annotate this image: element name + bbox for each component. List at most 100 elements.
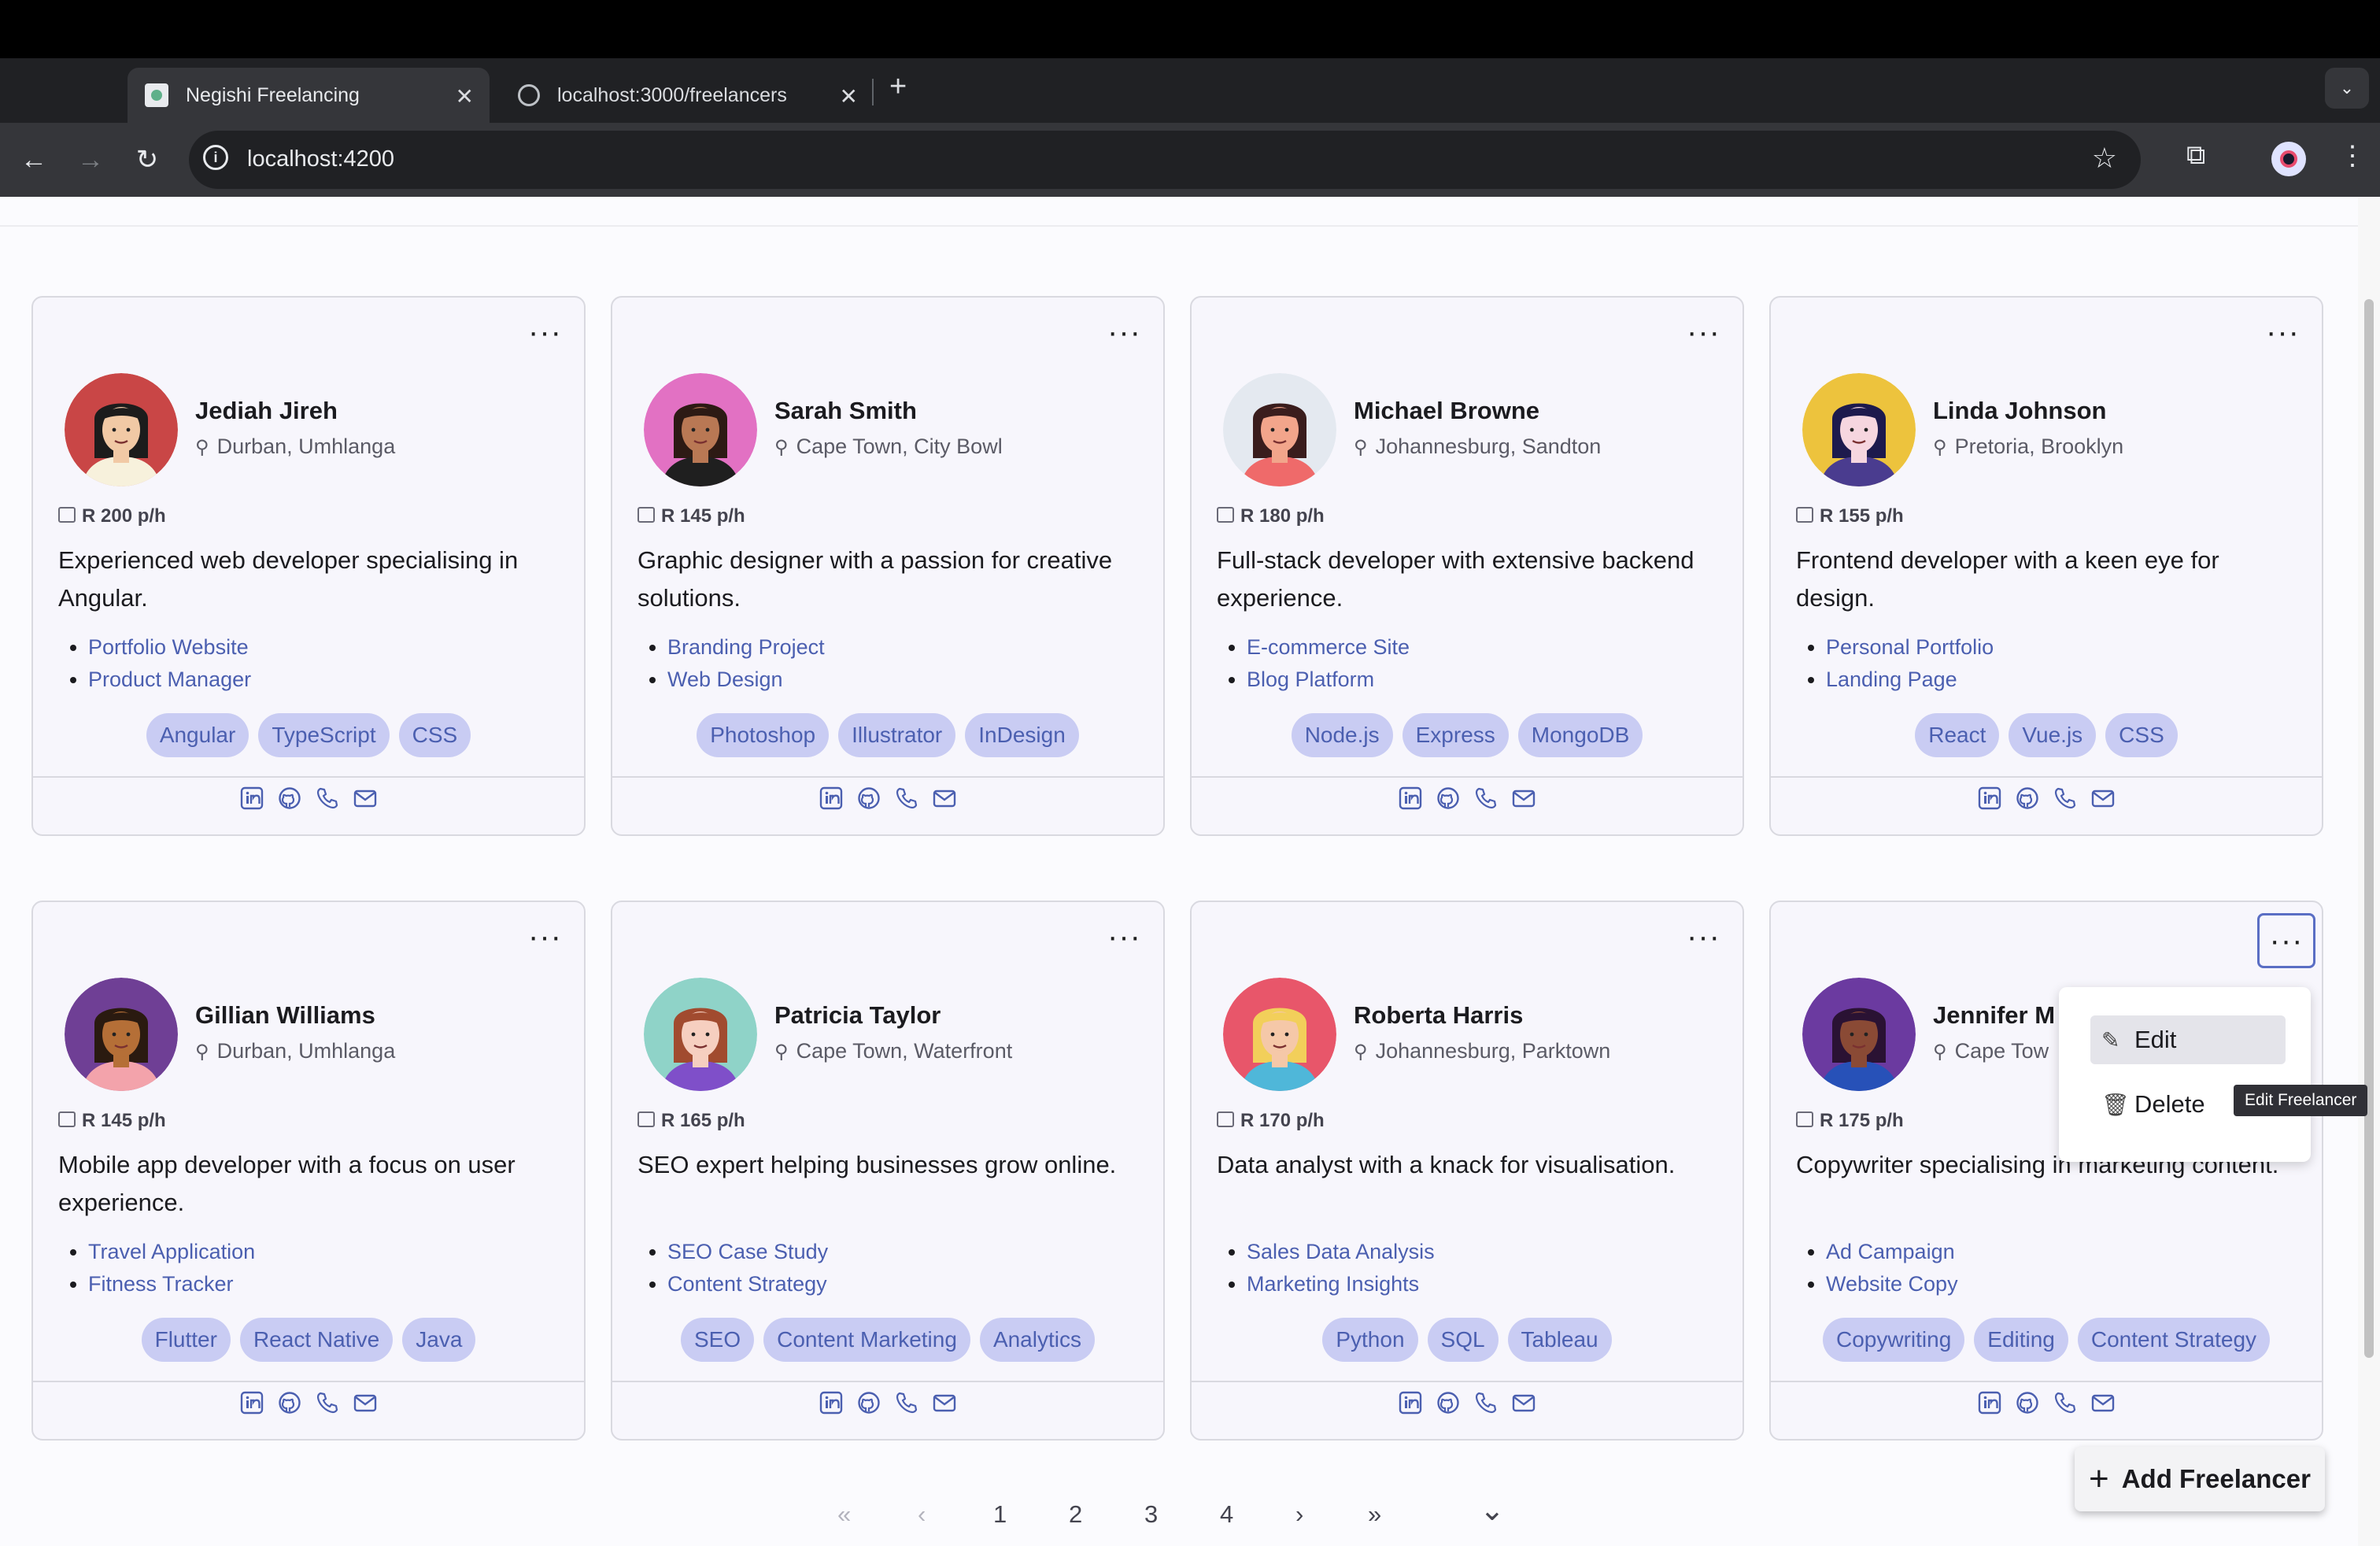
edit-menu-item[interactable]: ✎ Edit <box>2090 1015 2286 1064</box>
skill-chip[interactable]: React <box>1915 713 2000 757</box>
mail-icon[interactable] <box>930 1389 959 1417</box>
skill-chip[interactable]: CSS <box>2105 713 2178 757</box>
project-link[interactable]: Portfolio Website <box>88 635 249 659</box>
linkedin-icon[interactable] <box>1396 1389 1425 1417</box>
mail-icon[interactable] <box>930 784 959 812</box>
project-link[interactable]: SEO Case Study <box>667 1240 828 1263</box>
skill-chip[interactable]: React Native <box>239 1318 394 1362</box>
skill-chip[interactable]: Editing <box>1974 1318 2068 1362</box>
github-icon[interactable] <box>855 784 883 812</box>
skill-chip[interactable]: SEO <box>681 1318 755 1362</box>
more-options-button[interactable]: ··· <box>1107 316 1141 348</box>
mail-icon[interactable] <box>351 1389 379 1417</box>
skill-chip[interactable]: Copywriting <box>1822 1318 1965 1362</box>
more-options-button[interactable]: ··· <box>2266 316 2300 348</box>
linkedin-icon[interactable] <box>817 784 845 812</box>
phone-icon[interactable] <box>313 1389 342 1417</box>
phone-icon[interactable] <box>313 784 342 812</box>
project-link[interactable]: Fitness Tracker <box>88 1272 234 1296</box>
extensions-icon[interactable]: ⧉ <box>2186 140 2205 171</box>
page-3-button[interactable]: 3 <box>1144 1500 1158 1529</box>
back-icon[interactable]: ← <box>16 142 52 178</box>
browser-tab-active[interactable]: Negishi Freelancing ✕ <box>128 68 490 123</box>
kebab-menu-icon[interactable]: ⋮ <box>2339 140 2366 172</box>
skill-chip[interactable]: Content Marketing <box>763 1318 970 1362</box>
skill-chip[interactable]: Vue.js <box>2009 713 2097 757</box>
new-tab-button[interactable]: + <box>889 72 907 102</box>
skill-chip[interactable]: Content Strategy <box>2077 1318 2271 1362</box>
github-icon[interactable] <box>2013 1389 2042 1417</box>
project-link[interactable]: Content Strategy <box>667 1272 827 1296</box>
skill-chip[interactable]: Node.js <box>1291 713 1393 757</box>
mail-icon[interactable] <box>351 784 379 812</box>
skill-chip[interactable]: Python <box>1322 1318 1418 1362</box>
skill-chip[interactable]: Angular <box>146 713 249 757</box>
skill-chip[interactable]: Analytics <box>979 1318 1095 1362</box>
github-icon[interactable] <box>275 1389 304 1417</box>
project-link[interactable]: Marketing Insights <box>1247 1272 1419 1296</box>
mail-icon[interactable] <box>2089 784 2117 812</box>
forward-icon[interactable]: → <box>72 142 109 178</box>
phone-icon[interactable] <box>1472 784 1500 812</box>
address-bar[interactable]: i localhost:4200 ☆ <box>189 131 2141 189</box>
skill-chip[interactable]: Illustrator <box>838 713 956 757</box>
skill-chip[interactable]: Photoshop <box>697 713 830 757</box>
project-link[interactable]: E-commerce Site <box>1247 635 1410 659</box>
project-link[interactable]: Branding Project <box>667 635 825 659</box>
phone-icon[interactable] <box>2051 1389 2079 1417</box>
skill-chip[interactable]: CSS <box>398 713 471 757</box>
more-options-button[interactable]: ··· <box>1107 921 1141 952</box>
skill-chip[interactable]: Java <box>402 1318 476 1362</box>
more-options-button[interactable]: ··· <box>528 921 562 952</box>
scrollbar-thumb[interactable] <box>2364 299 2374 1358</box>
tab-search-button[interactable]: ⌄ <box>2325 68 2369 109</box>
skill-chip[interactable]: TypeScript <box>258 713 390 757</box>
linkedin-icon[interactable] <box>1396 784 1425 812</box>
browser-tab-inactive[interactable]: localhost:3000/freelancers ✕ <box>504 68 874 123</box>
linkedin-icon[interactable] <box>817 1389 845 1417</box>
more-options-button[interactable]: ··· <box>528 316 562 348</box>
github-icon[interactable] <box>1434 784 1462 812</box>
project-link[interactable]: Website Copy <box>1826 1272 1958 1296</box>
github-icon[interactable] <box>275 784 304 812</box>
linkedin-icon[interactable] <box>238 784 266 812</box>
project-link[interactable]: Landing Page <box>1826 668 1957 691</box>
phone-icon[interactable] <box>893 784 921 812</box>
github-icon[interactable] <box>2013 784 2042 812</box>
phone-icon[interactable] <box>2051 784 2079 812</box>
page-size-toggle[interactable]: ⌄ <box>1480 1492 1505 1528</box>
page-2-button[interactable]: 2 <box>1069 1500 1082 1529</box>
site-info-icon[interactable]: i <box>203 145 228 170</box>
skill-chip[interactable]: Flutter <box>141 1318 231 1362</box>
first-page-button[interactable]: « <box>837 1500 851 1529</box>
profile-avatar[interactable] <box>2271 142 2306 176</box>
bookmark-star-icon[interactable]: ☆ <box>2092 142 2117 175</box>
linkedin-icon[interactable] <box>1975 1389 2004 1417</box>
mail-icon[interactable] <box>1510 784 1538 812</box>
linkedin-icon[interactable] <box>238 1389 266 1417</box>
skill-chip[interactable]: Express <box>1402 713 1509 757</box>
project-link[interactable]: Sales Data Analysis <box>1247 1240 1435 1263</box>
more-options-button[interactable]: ··· <box>2257 913 2315 968</box>
more-options-button[interactable]: ··· <box>1687 316 1720 348</box>
phone-icon[interactable] <box>893 1389 921 1417</box>
scrollbar[interactable] <box>2358 197 2380 1546</box>
project-link[interactable]: Ad Campaign <box>1826 1240 1955 1263</box>
page-4-button[interactable]: 4 <box>1220 1500 1233 1529</box>
project-link[interactable]: Personal Portfolio <box>1826 635 1994 659</box>
linkedin-icon[interactable] <box>1975 784 2004 812</box>
skill-chip[interactable]: Tableau <box>1507 1318 1612 1362</box>
skill-chip[interactable]: SQL <box>1427 1318 1499 1362</box>
project-link[interactable]: Web Design <box>667 668 783 691</box>
github-icon[interactable] <box>1434 1389 1462 1417</box>
next-page-button[interactable]: › <box>1295 1500 1303 1529</box>
skill-chip[interactable]: InDesign <box>965 713 1079 757</box>
project-link[interactable]: Blog Platform <box>1247 668 1374 691</box>
reload-icon[interactable]: ↻ <box>129 142 165 178</box>
github-icon[interactable] <box>855 1389 883 1417</box>
close-tab-icon[interactable]: ✕ <box>456 83 474 109</box>
phone-icon[interactable] <box>1472 1389 1500 1417</box>
prev-page-button[interactable]: ‹ <box>918 1500 926 1529</box>
close-tab-icon[interactable]: ✕ <box>840 83 858 109</box>
mail-icon[interactable] <box>1510 1389 1538 1417</box>
